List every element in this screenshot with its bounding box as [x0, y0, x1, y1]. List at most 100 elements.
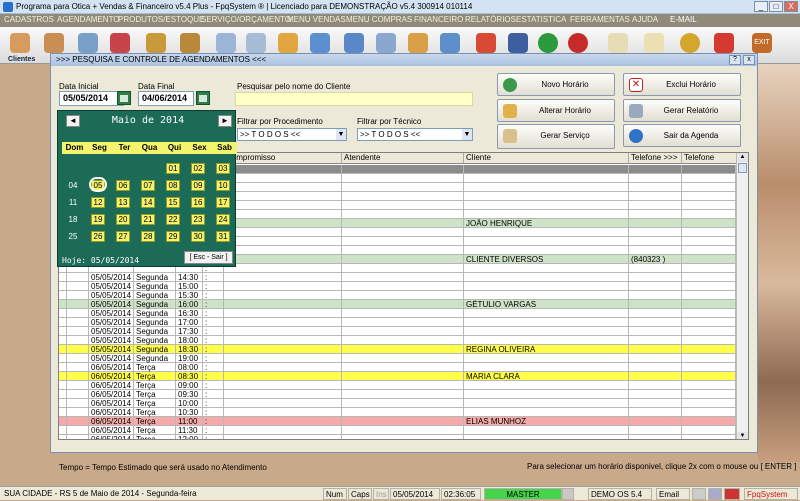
gerar-servico-button[interactable]: Gerar Serviço	[497, 124, 615, 149]
menu-relatorios[interactable]: RELATÓRIOS	[465, 15, 516, 24]
calendar-day[interactable]: 18	[66, 214, 80, 225]
menu-vendas[interactable]: MENU VENDAS	[287, 15, 346, 24]
scroll-up-icon[interactable]: ▲	[737, 153, 748, 162]
table-row[interactable]: 06/05/2014 Terça 08:30: MARIA CLARA	[59, 372, 736, 381]
alterar-horario-button[interactable]: Alterar Horário	[497, 99, 615, 122]
calendar-day[interactable]: 09	[191, 180, 205, 191]
calendar-day[interactable]: 02	[191, 163, 205, 174]
calendar-day[interactable]: 13	[116, 197, 130, 208]
table-row[interactable]: 05/05/2014 Segunda 16:00: GÉTULIO VARGAS	[59, 300, 736, 309]
dialog-close-button[interactable]: x	[743, 55, 755, 65]
calendar-day[interactable]: 07	[141, 180, 155, 191]
calendar-day[interactable]: 31	[216, 231, 230, 242]
table-row[interactable]: 06/05/2014 Terça 11:00: ELIAS MUNHOZ	[59, 417, 736, 426]
calendar-day[interactable]: 17	[216, 197, 230, 208]
help-button[interactable]: ?	[729, 55, 741, 65]
calendar-day[interactable]: 14	[141, 197, 155, 208]
menu-servico[interactable]: SERVIÇO/ORÇAMENTO	[201, 15, 291, 24]
calendar-day[interactable]: 30	[191, 231, 205, 242]
calendar-day[interactable]: 01	[166, 163, 180, 174]
table-row[interactable]: 06/05/2014 Terça 12:00:	[59, 435, 736, 439]
table-cell: 18:30	[176, 345, 203, 354]
table-row[interactable]: 05/05/2014 Segunda 17:00:	[59, 318, 736, 327]
maximize-button[interactable]: □	[769, 1, 783, 12]
calendar-day[interactable]: 04	[66, 180, 80, 191]
sair-agenda-button[interactable]: Sair da Agenda	[623, 124, 741, 147]
lock-icon[interactable]	[724, 488, 740, 500]
table-row[interactable]: 06/05/2014 Terça 10:00:	[59, 399, 736, 408]
table-row[interactable]: 05/05/2014 Segunda 18:00:	[59, 336, 736, 345]
exclui-horario-button[interactable]: ✕ Exclui Horário	[623, 73, 741, 96]
calendar-day[interactable]: 25	[66, 231, 80, 242]
table-row[interactable]: 05/05/2014 Segunda 15:00:	[59, 282, 736, 291]
prev-month-button[interactable]: ◄	[66, 115, 80, 127]
table-row[interactable]: 05/05/2014 Segunda 16:30:	[59, 309, 736, 318]
people-icon	[10, 33, 30, 53]
calendar-day[interactable]: 22	[166, 214, 180, 225]
table-row[interactable]: 05/05/2014 Segunda 17:30:	[59, 327, 736, 336]
data-inicial-input[interactable]: 05/05/2014	[59, 91, 124, 106]
calendar-day[interactable]: 15	[166, 197, 180, 208]
table-row[interactable]: 05/05/2014 Segunda 14:30:	[59, 273, 736, 282]
table-cell	[682, 282, 736, 291]
table-row[interactable]: 06/05/2014 Terça 11:30:	[59, 426, 736, 435]
filtro-procedimento-select[interactable]: >> T O D O S << ▼	[237, 128, 347, 141]
calendar-day[interactable]: 27	[116, 231, 130, 242]
data-final-calendar-button[interactable]	[196, 91, 210, 105]
table-cell	[67, 372, 89, 381]
column-header-compromisso[interactable]: Compromisso	[224, 153, 342, 164]
calendar-day[interactable]: 26	[91, 231, 105, 242]
monitor-icon[interactable]	[708, 488, 722, 500]
vertical-scrollbar[interactable]: ▲ ▼	[736, 153, 748, 439]
pesquisar-cliente-input[interactable]	[235, 92, 473, 106]
close-button[interactable]: X	[784, 1, 798, 12]
column-header-telefone2[interactable]: Telefone	[682, 153, 738, 164]
calendar-day[interactable]: 21	[141, 214, 155, 225]
menu-agendamento[interactable]: AGENDAMENTO	[57, 15, 120, 24]
menu-produtos[interactable]: PRODUTOS/ESTOQUE	[118, 15, 204, 24]
menu-financeiro[interactable]: FINANCEIRO	[414, 15, 463, 24]
novo-horario-button[interactable]: Novo Horário	[497, 73, 615, 96]
calendar-day[interactable]: 29	[166, 231, 180, 242]
table-row[interactable]: 06/05/2014 Terça 09:30:	[59, 390, 736, 399]
calendar-day[interactable]: 19	[91, 214, 105, 225]
calendar-day[interactable]: 06	[116, 180, 130, 191]
menu-ajuda[interactable]: AJUDA	[632, 15, 658, 24]
calendar-day[interactable]: 20	[116, 214, 130, 225]
table-row[interactable]: 06/05/2014 Terça 09:00:	[59, 381, 736, 390]
column-header-telefone[interactable]: Telefone >>>	[629, 153, 682, 164]
calendar-day[interactable]: 28	[141, 231, 155, 242]
table-row[interactable]: 05/05/2014 Segunda 18:30: REGINA OLIVEIRA	[59, 345, 736, 354]
menu-estatistica[interactable]: ESTATISTICA	[516, 15, 566, 24]
data-final-input[interactable]: 04/06/2014	[138, 91, 194, 106]
calendar-day[interactable]: 11	[66, 197, 80, 208]
calendar-day[interactable]: 24	[216, 214, 230, 225]
calendar-day[interactable]: 12	[91, 197, 105, 208]
clientes-toolbar-button[interactable]	[6, 30, 34, 56]
calendar-day[interactable]: 10	[216, 180, 230, 191]
calendar-esc-button[interactable]: [ Esc - Sair ]	[184, 251, 233, 264]
status-email[interactable]: Email	[656, 488, 690, 500]
scroll-thumb[interactable]	[738, 163, 747, 173]
table-row[interactable]: 06/05/2014 Terça 08:00:	[59, 363, 736, 372]
menu-compras[interactable]: MENU COMPRAS	[346, 15, 412, 24]
scroll-down-icon[interactable]: ▼	[737, 432, 748, 439]
column-header-atendente[interactable]: Atendente	[342, 153, 464, 164]
minimize-button[interactable]: _	[754, 1, 768, 12]
menu-cadastros[interactable]: CADASTROS	[4, 15, 54, 24]
gerar-relatorio-button[interactable]: Gerar Relatório	[623, 99, 741, 122]
calendar-day[interactable]: 16	[191, 197, 205, 208]
calendar-day[interactable]: 08	[166, 180, 180, 191]
column-header-cliente[interactable]: Cliente	[464, 153, 629, 164]
calendar-day[interactable]: 03	[216, 163, 230, 174]
menu-ferramentas[interactable]: FERRAMENTAS	[570, 15, 630, 24]
table-row[interactable]: 06/05/2014 Terça 10:30:	[59, 408, 736, 417]
table-row[interactable]: 05/05/2014 Segunda 15:30:	[59, 291, 736, 300]
calendar-day[interactable]: 23	[191, 214, 205, 225]
filtro-tecnico-select[interactable]: >> T O D O S << ▼	[357, 128, 473, 141]
printer-icon[interactable]	[692, 488, 706, 500]
next-month-button[interactable]: ►	[218, 115, 232, 127]
table-row[interactable]: 05/05/2014 Segunda 19:00:	[59, 354, 736, 363]
menu-email[interactable]: E-MAIL	[670, 15, 697, 24]
data-inicial-calendar-button[interactable]	[117, 91, 131, 105]
